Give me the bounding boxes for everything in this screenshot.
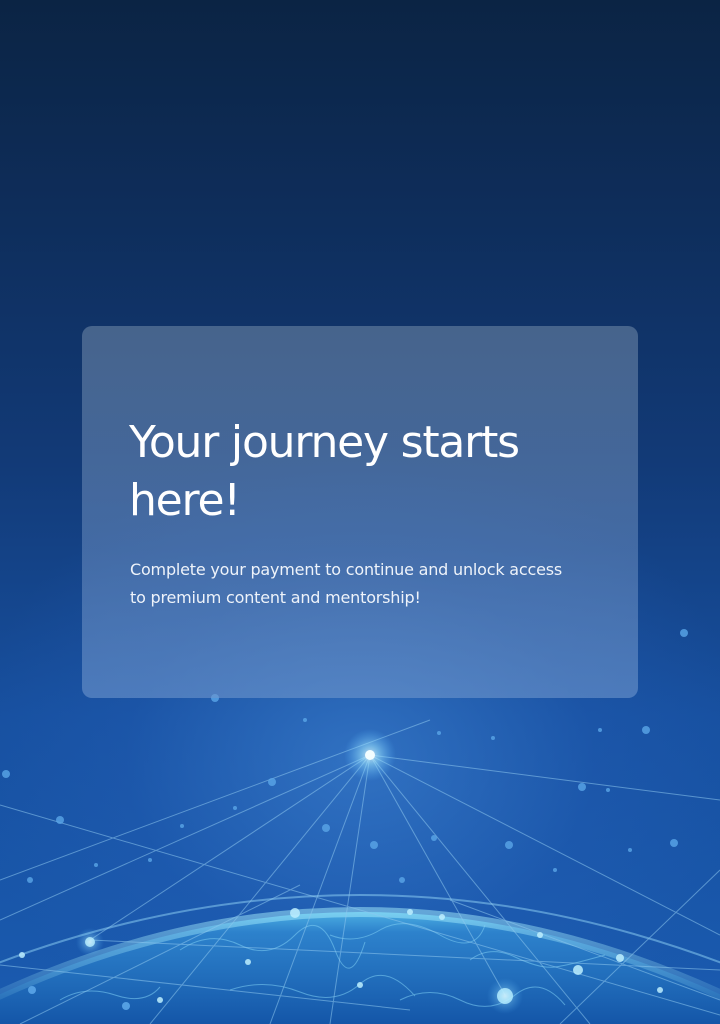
intro-card: Your journey starts here! Complete your … (82, 326, 638, 698)
card-title: Your journey starts here! (129, 417, 520, 526)
card-subtitle: Complete your payment to continue and un… (130, 560, 562, 607)
payment-intro-screen: Your journey starts here! Complete your … (0, 0, 720, 1024)
